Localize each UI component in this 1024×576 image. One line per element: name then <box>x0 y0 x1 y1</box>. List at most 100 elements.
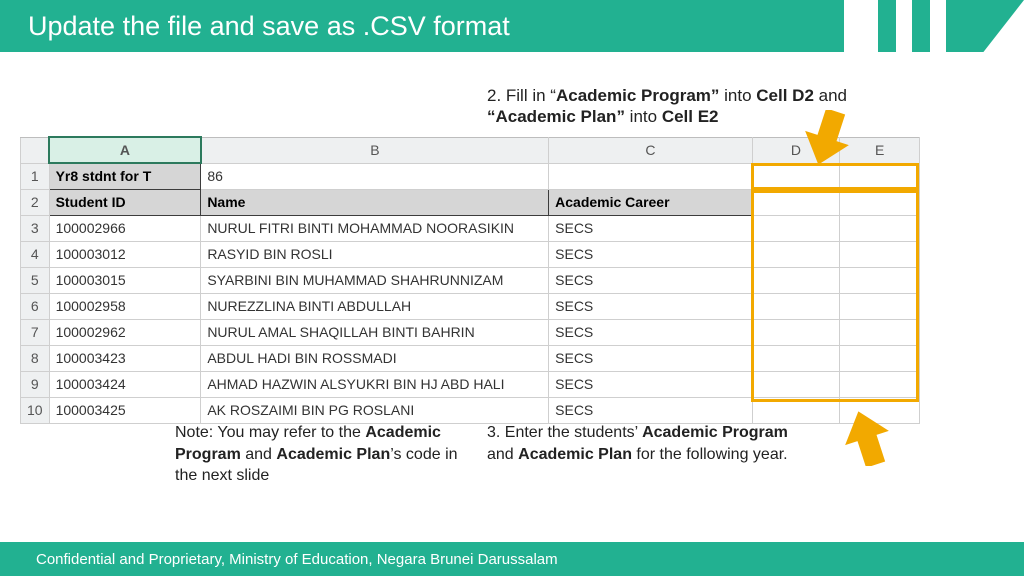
table-row: 5100003015SYARBINI BIN MUHAMMAD SHAHRUNN… <box>21 267 920 293</box>
note-left: Note: You may refer to the Academic Prog… <box>175 422 475 487</box>
step-3-instruction: 3. Enter the students’ Academic Program … <box>487 422 817 465</box>
row-header[interactable]: 5 <box>21 267 50 293</box>
text: for the following year. <box>632 446 788 463</box>
text-bold: Academic Program” <box>556 86 719 105</box>
text: 2. Fill in “ <box>487 86 556 105</box>
cell-plan[interactable] <box>840 345 920 371</box>
row-2: 2 Student ID Name Academic Career <box>21 189 920 215</box>
cell-name[interactable]: NUREZZLINA BINTI ABDULLAH <box>201 293 549 319</box>
arrow-down-icon <box>804 110 850 166</box>
cell-career[interactable]: SECS <box>549 371 753 397</box>
table-row: 8100003423ABDUL HADI BIN ROSSMADISECS <box>21 345 920 371</box>
col-header-a[interactable]: A <box>49 137 201 163</box>
cell-name[interactable]: NURUL FITRI BINTI MOHAMMAD NOORASIKIN <box>201 215 549 241</box>
row-header[interactable]: 3 <box>21 215 50 241</box>
cell-plan[interactable] <box>840 215 920 241</box>
row-header[interactable]: 9 <box>21 371 50 397</box>
footer-bar: Confidential and Proprietary, Ministry o… <box>0 542 1024 576</box>
cell-c1[interactable] <box>549 163 753 189</box>
cell-e1[interactable] <box>840 163 920 189</box>
spreadsheet: A B C D E 1 Yr8 stdnt for T 86 2 Student… <box>20 136 920 424</box>
cell-name[interactable]: AHMAD HAZWIN ALSYUKRI BIN HJ ABD HALI <box>201 371 549 397</box>
cell-b2[interactable]: Name <box>201 189 549 215</box>
cell-student-id[interactable]: 100003012 <box>49 241 201 267</box>
row-header[interactable]: 2 <box>21 189 50 215</box>
cell-program[interactable] <box>752 267 840 293</box>
cell-plan[interactable] <box>840 267 920 293</box>
text-bold: Academic Plan <box>518 446 632 463</box>
title-bar: Update the file and save as .CSV format <box>0 0 1024 52</box>
cell-career[interactable]: SECS <box>549 215 753 241</box>
cell-student-id[interactable]: 100002962 <box>49 319 201 345</box>
table-row: 9100003424AHMAD HAZWIN ALSYUKRI BIN HJ A… <box>21 371 920 397</box>
cell-program[interactable] <box>752 215 840 241</box>
cell-e2[interactable] <box>840 189 920 215</box>
cell-plan[interactable] <box>840 319 920 345</box>
cell-career[interactable]: SECS <box>549 397 753 423</box>
col-header-e[interactable]: E <box>840 137 920 163</box>
cell-program[interactable] <box>752 397 840 423</box>
cell-name[interactable]: ABDUL HADI BIN ROSSMADI <box>201 345 549 371</box>
cell-student-id[interactable]: 100002966 <box>49 215 201 241</box>
text: 3. Enter the students’ <box>487 424 642 441</box>
row-header[interactable]: 8 <box>21 345 50 371</box>
text-bold: Cell D2 <box>756 86 814 105</box>
row-header[interactable]: 4 <box>21 241 50 267</box>
text: and <box>814 86 847 105</box>
row-header[interactable]: 7 <box>21 319 50 345</box>
cell-student-id[interactable]: 100003015 <box>49 267 201 293</box>
cell-name[interactable]: NURUL AMAL SHAQILLAH BINTI BAHRIN <box>201 319 549 345</box>
cell-career[interactable]: SECS <box>549 267 753 293</box>
row-header[interactable]: 10 <box>21 397 50 423</box>
column-header-row: A B C D E <box>21 137 920 163</box>
slide-title: Update the file and save as .CSV format <box>28 11 510 42</box>
cell-student-id[interactable]: 100003423 <box>49 345 201 371</box>
footer-text: Confidential and Proprietary, Ministry o… <box>36 551 558 568</box>
cell-d2[interactable] <box>752 189 840 215</box>
cell-student-id[interactable]: 100003424 <box>49 371 201 397</box>
text: into <box>625 107 662 126</box>
text-bold: Academic Plan <box>276 446 390 463</box>
col-header-c[interactable]: C <box>549 137 753 163</box>
table-row: 3100002966NURUL FITRI BINTI MOHAMMAD NOO… <box>21 215 920 241</box>
cell-career[interactable]: SECS <box>549 319 753 345</box>
cell-a1[interactable]: Yr8 stdnt for T <box>49 163 201 189</box>
cell-b1[interactable]: 86 <box>201 163 549 189</box>
table-row: 10100003425AK ROSZAIMI BIN PG ROSLANISEC… <box>21 397 920 423</box>
text: into <box>719 86 756 105</box>
cell-program[interactable] <box>752 319 840 345</box>
cell-name[interactable]: SYARBINI BIN MUHAMMAD SHAHRUNNIZAM <box>201 267 549 293</box>
cell-career[interactable]: SECS <box>549 345 753 371</box>
cell-student-id[interactable]: 100002958 <box>49 293 201 319</box>
col-header-b[interactable]: B <box>201 137 549 163</box>
cell-program[interactable] <box>752 371 840 397</box>
corner-cell[interactable] <box>21 137 50 163</box>
cell-c2[interactable]: Academic Career <box>549 189 753 215</box>
cell-program[interactable] <box>752 241 840 267</box>
row-header[interactable]: 6 <box>21 293 50 319</box>
cell-name[interactable]: AK ROSZAIMI BIN PG ROSLANI <box>201 397 549 423</box>
text: Note: You may refer to the <box>175 424 365 441</box>
cell-plan[interactable] <box>840 371 920 397</box>
table-row: 4100003012RASYID BIN ROSLISECS <box>21 241 920 267</box>
row-header[interactable]: 1 <box>21 163 50 189</box>
cell-name[interactable]: RASYID BIN ROSLI <box>201 241 549 267</box>
text-bold: Academic Program <box>642 424 788 441</box>
cell-plan[interactable] <box>840 293 920 319</box>
cell-plan[interactable] <box>840 241 920 267</box>
cell-program[interactable] <box>752 345 840 371</box>
text-bold: “Academic Plan” <box>487 107 625 126</box>
title-decoration <box>878 0 1024 52</box>
cell-d1[interactable] <box>752 163 840 189</box>
cell-career[interactable]: SECS <box>549 293 753 319</box>
text: and <box>241 446 277 463</box>
cell-student-id[interactable]: 100003425 <box>49 397 201 423</box>
cell-program[interactable] <box>752 293 840 319</box>
text: and <box>487 446 518 463</box>
cell-career[interactable]: SECS <box>549 241 753 267</box>
table-row: 6100002958NUREZZLINA BINTI ABDULLAHSECS <box>21 293 920 319</box>
text-bold: Cell E2 <box>662 107 719 126</box>
table-row: 7100002962NURUL AMAL SHAQILLAH BINTI BAH… <box>21 319 920 345</box>
arrow-up-icon <box>844 410 890 466</box>
cell-a2[interactable]: Student ID <box>49 189 201 215</box>
